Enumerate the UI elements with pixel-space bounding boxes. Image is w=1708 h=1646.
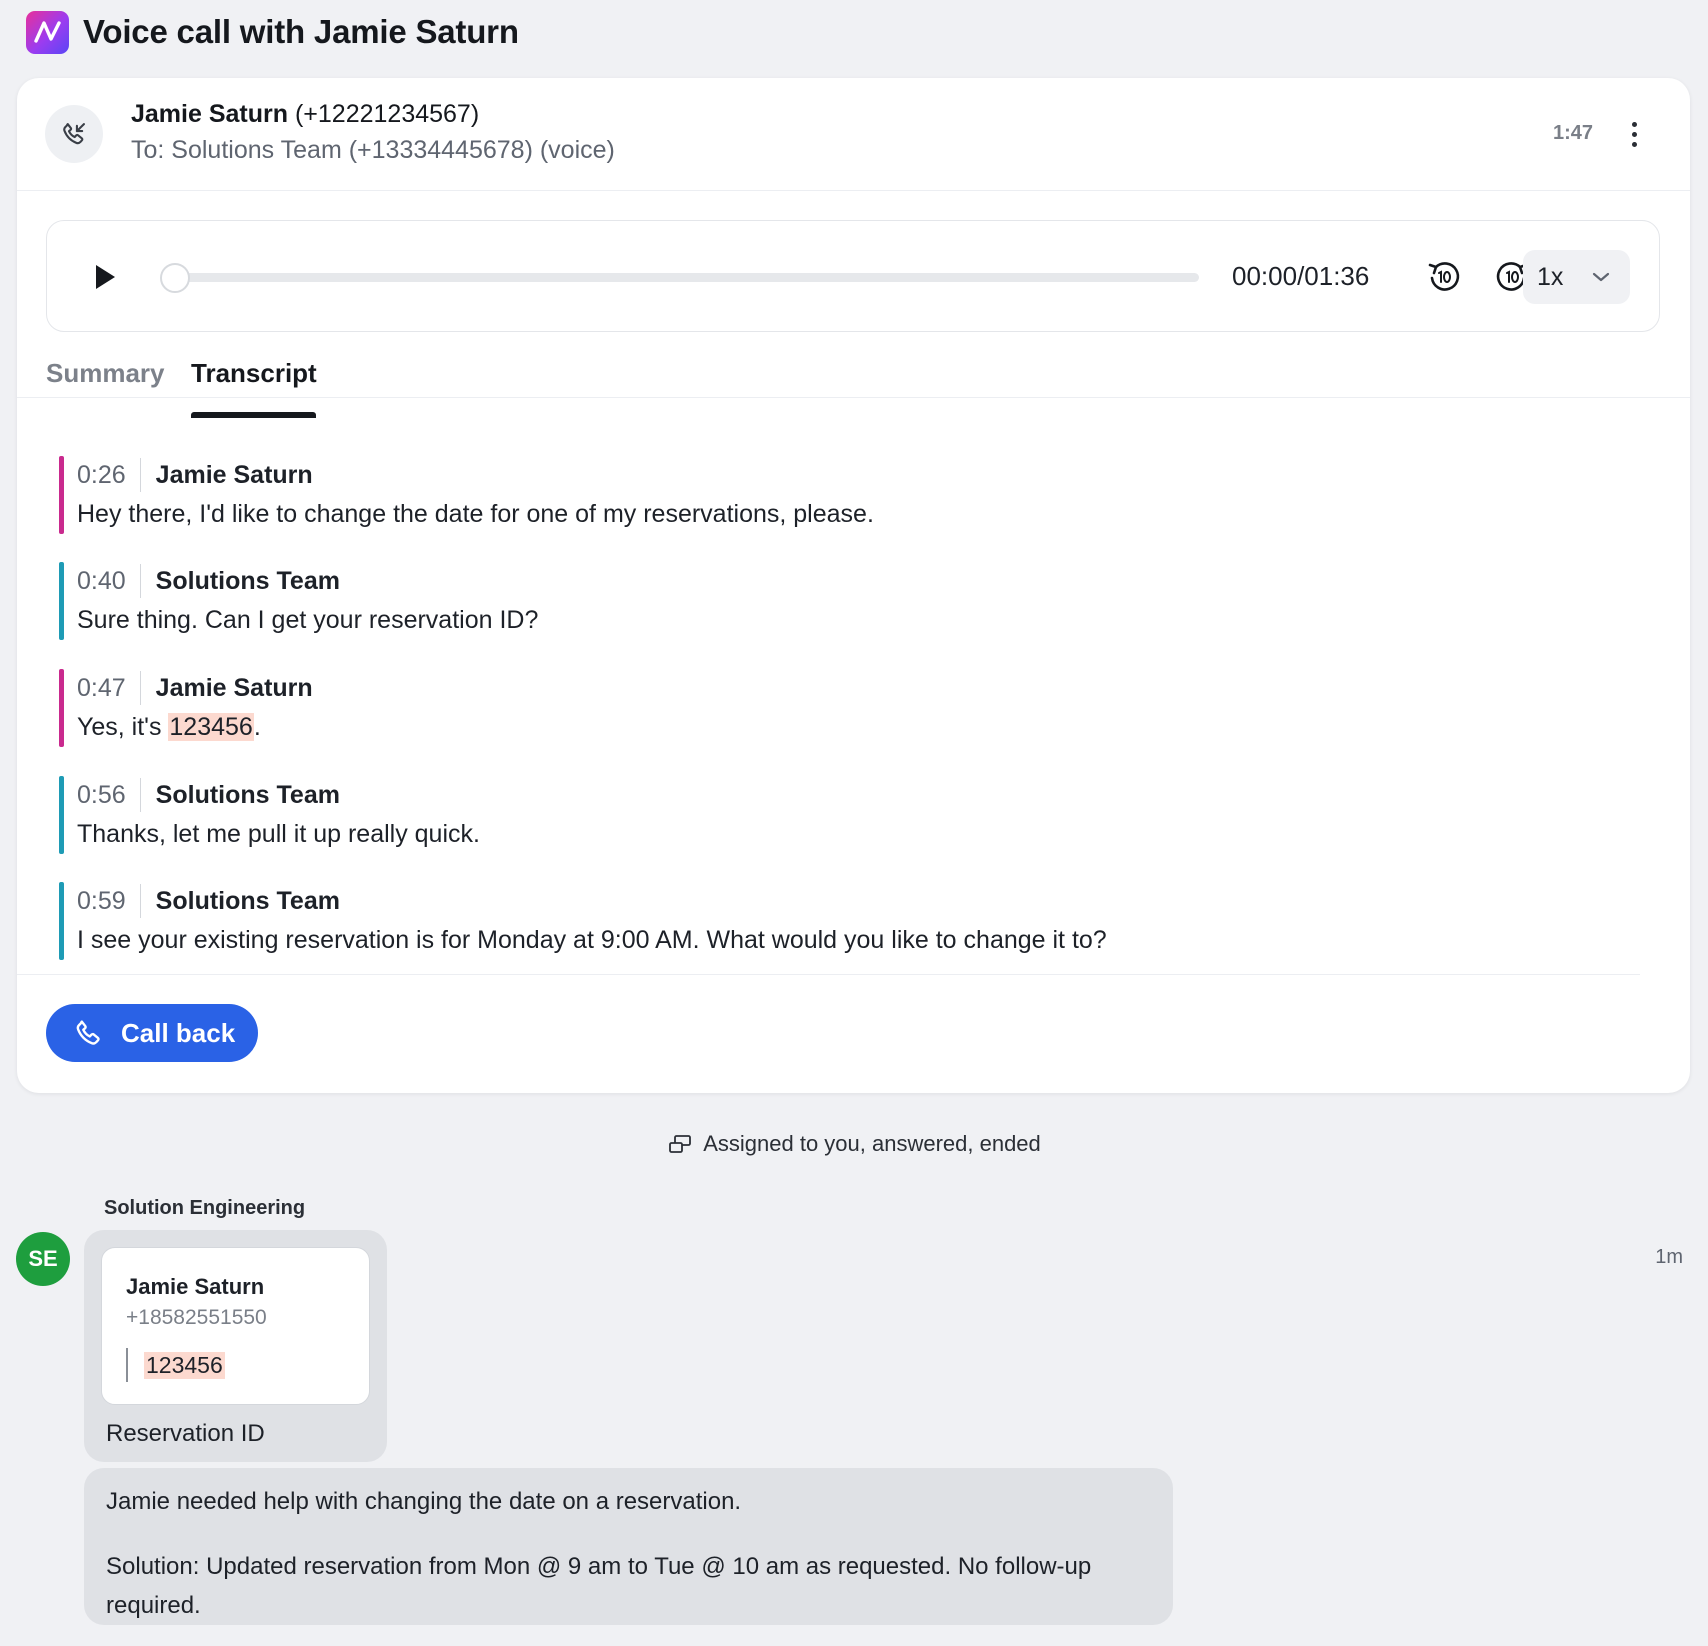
caller-name: Jamie Saturn [131,100,289,128]
tab-bar: Summary Transcript [17,332,1690,398]
speaker-marker [59,456,64,534]
call-back-label: Call back [121,1017,236,1048]
summary-text: Jamie needed help with changing the date… [106,1488,742,1515]
entry-speaker: Jamie Saturn [155,460,313,489]
audio-progress-track[interactable] [169,273,1199,282]
entry-text: Hey there, I'd like to change the date f… [77,500,874,528]
call-duration: 1:47 [1552,122,1593,144]
playback-speed-select[interactable]: 1x [1523,250,1630,304]
play-button[interactable] [91,261,119,293]
transcript-entry: 0:40 Solutions Team Sure thing. Can I ge… [59,562,538,642]
summary-solution-text: Solution: Updated reservation from Mon @… [106,1553,1092,1619]
transcript-entry: 0:56 Solutions Team Thanks, let me pull … [59,776,480,856]
entry-text: I see your existing reservation is for M… [77,926,1107,954]
summary-message-bubble: Jamie needed help with changing the date… [84,1468,1173,1625]
chevron-down-icon [1593,272,1610,282]
rewind-10-icon [1428,262,1460,291]
transcript-entry: 0:26 Jamie Saturn Hey there, I'd like to… [59,456,874,536]
highlighted-entity: 123456 [144,1351,225,1379]
entry-speaker: Solutions Team [155,780,340,809]
caller-line: Jamie Saturn (+12221234567) [131,100,479,129]
call-back-button[interactable]: Call back [46,1004,258,1062]
message-timestamp: 1m [1655,1246,1683,1268]
entry-text: Thanks, let me pull it up really quick. [77,820,480,848]
speaker-marker [59,669,64,747]
contact-message-bubble: Jamie Saturn +18582551550 123456 Reserva… [84,1230,387,1462]
call-status: Assigned to you, answered, ended [0,1131,1708,1157]
entry-time[interactable]: 0:47 [77,674,140,703]
recipient-line: To: Solutions Team (+13334445678) (voice… [131,136,615,164]
incoming-call-icon [45,105,103,163]
entry-time[interactable]: 0:59 [77,887,140,916]
card-caption: Reservation ID [106,1420,265,1447]
sender-name: Solution Engineering [104,1197,306,1219]
entry-time[interactable]: 0:56 [77,781,140,810]
time-readout: 00:00/01:36 [1232,261,1370,291]
entry-time[interactable]: 0:26 [77,461,140,490]
audio-player: 00:00/01:36 1x [46,220,1660,332]
page-title: Voice call with Jamie Saturn [83,13,519,50]
title-bar: Voice call with Jamie Saturn [26,10,519,54]
transcript-list[interactable]: 0:26 Jamie Saturn Hey there, I'd like to… [17,412,1690,984]
entry-speaker: Solutions Team [155,886,340,915]
avatar[interactable]: SE [16,1232,70,1286]
call-header: Jamie Saturn (+12221234567) To: Solution… [17,78,1690,191]
tab-transcript[interactable]: Transcript [191,358,317,389]
entry-speaker: Jamie Saturn [155,673,313,702]
entry-text: Sure thing. Can I get your reservation I… [77,606,539,634]
speaker-marker [59,562,64,640]
contact-quote: 123456 [126,1348,225,1382]
speaker-marker [59,776,64,854]
highlighted-entity: 123456 [168,713,254,741]
rewind-10-button[interactable] [1425,258,1463,296]
speaker-marker [59,882,64,960]
contact-card[interactable]: Jamie Saturn +18582551550 123456 [101,1247,370,1405]
transfer-icon [669,1135,692,1153]
contact-name: Jamie Saturn [126,1274,265,1299]
entry-time[interactable]: 0:40 [77,567,140,596]
playback-speed-value: 1x [1537,262,1564,291]
caller-number: (+12221234567) [294,100,480,128]
footer-divider [17,974,1640,975]
contact-phone: +18582551550 [126,1306,267,1329]
entry-speaker: Solutions Team [155,566,340,595]
transcript-entry: 0:59 Solutions Team I see your existing … [59,882,1107,962]
phone-icon [76,1020,100,1045]
app-logo-icon [26,10,69,54]
audio-progress-handle[interactable] [160,263,190,293]
entry-text: Yes, it's 123456. [77,713,261,741]
call-card: Jamie Saturn (+12221234567) To: Solution… [17,78,1690,1093]
transcript-entry: 0:47 Jamie Saturn Yes, it's 123456. [59,669,313,749]
play-icon [96,265,115,289]
more-vertical-icon[interactable] [1620,114,1648,154]
call-status-text: Assigned to you, answered, ended [703,1131,1041,1156]
tab-summary[interactable]: Summary [46,358,165,389]
